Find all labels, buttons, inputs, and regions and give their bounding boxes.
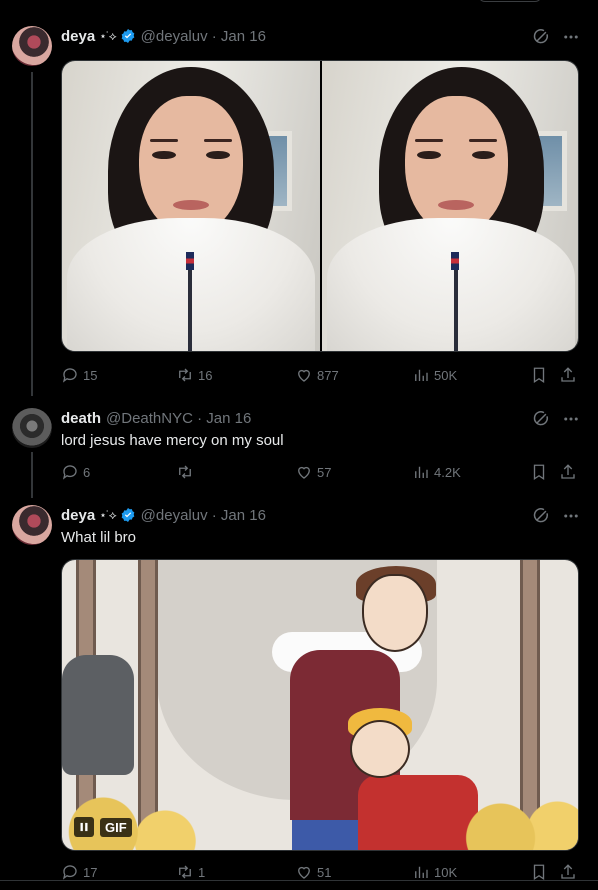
tweet-header-actions [532,410,580,428]
photo-grid[interactable] [61,60,579,352]
bookmark-icon [533,464,545,481]
share-button[interactable] [559,463,577,481]
views-icon [415,866,428,878]
retweet-count: 1 [198,864,206,880]
photo-right[interactable] [322,61,578,351]
photo-left[interactable] [62,61,320,351]
name-decoration: ⋆˙⟡ [99,507,116,522]
views-icon [415,369,428,381]
tweet-text: What lil bro [61,529,137,546]
name-decoration: ⋆˙⟡ [99,28,116,43]
tweet-text: lord jesus have mercy on my soul [61,432,284,449]
gif-label: GIF [100,817,132,837]
more-options-icon[interactable] [562,28,580,46]
share-icon [561,464,575,479]
bookmark-button[interactable] [530,863,548,881]
reply-button[interactable]: 17 [61,863,97,881]
tweet-header: deya ⋆˙⟡ @deyaluv · Jan 16 [61,26,266,46]
gif-media[interactable]: GIF [61,559,579,851]
reply-icon [62,465,77,480]
like-count: 57 [317,464,332,480]
like-count: 877 [317,367,339,383]
verified-badge-icon [120,507,136,523]
avatar[interactable] [12,408,52,448]
more-options-icon[interactable] [562,410,580,428]
verified-badge-icon [120,28,136,44]
handle-and-date[interactable]: @DeathNYC · Jan 16 [106,410,251,427]
share-button[interactable] [559,366,577,384]
retweet-icon [179,368,191,382]
retweet-icon [179,865,191,879]
more-options-icon[interactable] [562,507,580,525]
bookmark-icon [533,367,545,384]
tweet-header-actions [532,28,580,46]
bottom-divider [0,880,598,881]
view-count: 10K [434,864,458,880]
view-count: 4.2K [434,464,461,480]
grok-icon[interactable] [532,28,550,46]
display-name[interactable]: deya [61,507,95,524]
share-button[interactable] [559,863,577,881]
retweet-button[interactable] [176,463,198,481]
like-count: 51 [317,864,332,880]
gif-badge: GIF [74,816,132,838]
retweet-button[interactable]: 16 [176,366,212,384]
tweet-header-actions [532,507,580,525]
like-button[interactable]: 51 [295,863,331,881]
heart-icon [298,369,310,382]
bookmark-button[interactable] [530,366,548,384]
tweet[interactable]: death @DeathNYC · Jan 16 lord jesus have… [0,400,598,496]
tweet-header: deya ⋆˙⟡ @deyaluv · Jan 16 [61,505,266,525]
bookmark-button[interactable] [530,463,548,481]
views-icon [415,466,428,478]
heart-icon [298,466,310,479]
reply-count: 6 [83,464,91,480]
heart-icon [298,866,310,879]
views-button[interactable]: 10K [412,863,457,881]
tweet[interactable]: deya ⋆˙⟡ @deyaluv · Jan 16 15 16 877 50K [0,0,598,400]
tweet-actions: 6 57 4.2K [61,463,579,483]
views-button[interactable]: 50K [412,366,457,384]
reply-button[interactable]: 6 [61,463,90,481]
retweet-count: 16 [198,367,213,383]
view-count: 50K [434,367,458,383]
display-name[interactable]: death [61,410,101,427]
views-button[interactable]: 4.2K [412,463,461,481]
avatar[interactable] [12,505,52,545]
share-icon [561,864,575,879]
avatar[interactable] [12,26,52,66]
display-name[interactable]: deya [61,28,95,45]
tweet-header: death @DeathNYC · Jan 16 [61,408,251,428]
tweet[interactable]: deya ⋆˙⟡ @deyaluv · Jan 16 What lil bro [0,496,598,890]
gif-animation[interactable] [62,560,578,850]
grok-icon[interactable] [532,410,550,428]
pause-icon[interactable] [74,817,94,837]
share-icon [561,367,575,382]
retweet-button[interactable]: 1 [176,863,205,881]
handle-and-date[interactable]: @deyaluv · Jan 16 [141,507,266,524]
retweet-icon [179,465,191,479]
like-button[interactable]: 57 [295,463,331,481]
reply-button[interactable]: 15 [61,366,97,384]
grok-icon[interactable] [532,507,550,525]
tweet-actions: 15 16 877 50K [61,366,579,386]
like-button[interactable]: 877 [295,366,339,384]
reply-count: 15 [83,367,98,383]
bookmark-icon [533,864,545,881]
handle-and-date[interactable]: @deyaluv · Jan 16 [141,28,266,45]
reply-icon [62,368,77,383]
reply-icon [62,865,77,880]
reply-count: 17 [83,864,98,880]
